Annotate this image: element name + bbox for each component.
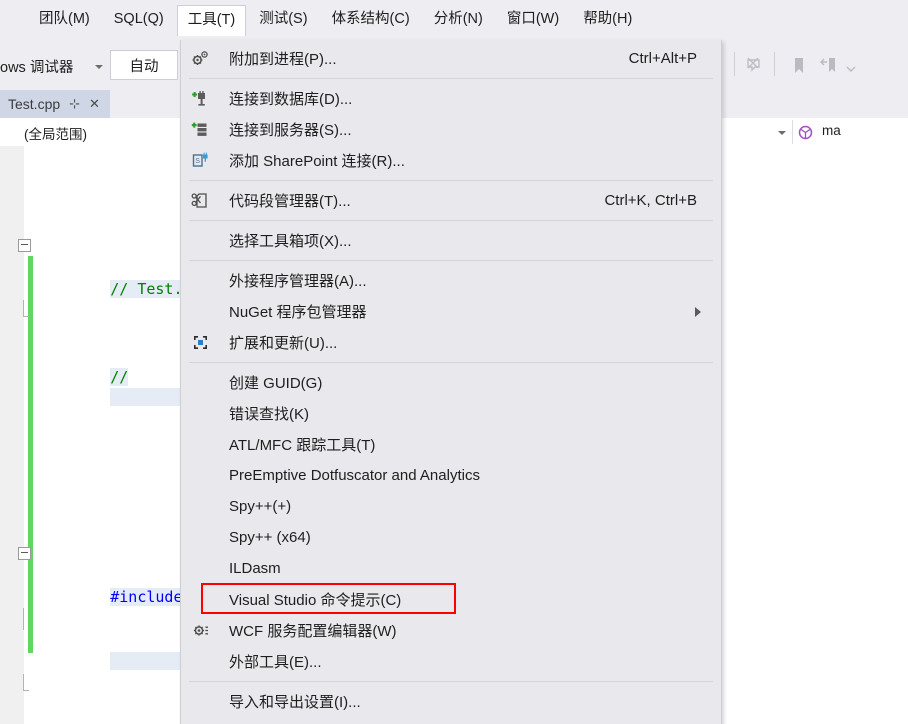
menu-item-label: 错误查找(K) (229, 406, 309, 423)
bookmark-icon[interactable] (788, 54, 810, 76)
connect-database-icon (191, 89, 210, 108)
fold-collapse-icon[interactable] (18, 239, 31, 252)
chevron-down-icon[interactable] (95, 65, 103, 69)
menu-item-add-sharepoint-connection[interactable]: S 添加 SharePoint 连接(R)... (181, 145, 721, 176)
menu-item-label: 扩展和更新(U)... (229, 335, 338, 352)
toolbar-separator-2 (774, 52, 775, 76)
menu-item-attach-to-process[interactable]: 附加到进程(P)... Ctrl+Alt+P (181, 43, 721, 74)
menu-item-label: 附加到进程(P)... (229, 51, 337, 68)
attach-process-icon (191, 49, 210, 68)
menu-item-connect-to-database[interactable]: 连接到数据库(D)... (181, 83, 721, 114)
scope-dropdown-global[interactable]: (全局范围) (24, 123, 87, 143)
menu-separator (189, 78, 713, 79)
visual-studio-window: 团队(M) SQL(Q) 工具(T) 测试(S) 体系结构(C) 分析(N) 窗… (0, 0, 908, 724)
menu-separator (189, 260, 713, 261)
menu-item-nuget-package-manager[interactable]: NuGet 程序包管理器 (181, 296, 721, 327)
menu-item-code-snippets-manager[interactable]: 代码段管理器(T)... Ctrl+K, Ctrl+B (181, 185, 721, 216)
menu-item-label: WCF 服务配置编辑器(W) (229, 623, 397, 640)
debugger-selector-label[interactable]: ows 调试器 (0, 56, 73, 77)
code-snippet-manager-icon (191, 191, 210, 210)
member-dropdown-main[interactable]: ma (822, 123, 841, 138)
menu-top-sql[interactable]: SQL(Q) (103, 5, 175, 35)
menu-item-label: ILDasm (229, 560, 281, 577)
document-tab-test-cpp[interactable]: Test.cpp ⊹ ✕ (0, 90, 110, 118)
change-bar (28, 388, 33, 653)
menu-separator (189, 681, 713, 682)
menu-item-label: 连接到数据库(D)... (229, 91, 353, 108)
menu-item-spy-plus-plus[interactable]: Spy++(+) (181, 491, 721, 522)
extensions-updates-icon (191, 333, 210, 352)
menu-item-label: Visual Studio 命令提示(C) (229, 592, 402, 609)
menu-top-help[interactable]: 帮助(H) (572, 5, 643, 35)
menu-item-extensions-and-updates[interactable]: 扩展和更新(U)... (181, 327, 721, 358)
document-tab-label: Test.cpp (8, 96, 61, 112)
menu-item-label: Spy++(+) (229, 498, 292, 515)
menu-item-atl-mfc-trace-tool[interactable]: ATL/MFC 跟踪工具(T) (181, 429, 721, 460)
menu-item-import-export-settings[interactable]: 导入和导出设置(I)... (181, 686, 721, 717)
menu-item-external-tools[interactable]: 外部工具(E)... (181, 646, 721, 677)
menu-item-wcf-service-config-editor[interactable]: WCF 服务配置编辑器(W) (181, 615, 721, 646)
menu-item-label: 外部工具(E)... (229, 654, 322, 671)
fold-guide-end (23, 690, 29, 691)
toolbar-separator (734, 52, 735, 76)
next-bookmark-icon[interactable] (818, 54, 840, 76)
platform-combo[interactable]: 自动 (110, 50, 178, 80)
menu-item-label: 代码段管理器(T)... (229, 193, 351, 210)
chevron-right-icon (695, 307, 701, 317)
menu-bar: 团队(M) SQL(Q) 工具(T) 测试(S) 体系结构(C) 分析(N) 窗… (0, 0, 908, 40)
change-bar (28, 256, 33, 388)
menu-item-label: ATL/MFC 跟踪工具(T) (229, 437, 376, 454)
menu-item-error-lookup[interactable]: 错误查找(K) (181, 398, 721, 429)
method-icon (798, 125, 813, 140)
tools-dropdown-menu[interactable]: 附加到进程(P)... Ctrl+Alt+P 连接到数据库(D)... 连接到服… (180, 40, 722, 724)
delete-all-breakpoints-icon[interactable] (744, 54, 766, 76)
menu-top-test[interactable]: 测试(S) (248, 5, 318, 35)
menu-separator (189, 220, 713, 221)
menu-item-customize[interactable]: 自定义(C)... (181, 717, 721, 724)
menu-item-label: 选择工具箱项(X)... (229, 233, 352, 250)
editor-gutter[interactable] (0, 146, 24, 724)
menu-item-ildasm[interactable]: ILDasm (181, 553, 721, 584)
menu-top-team[interactable]: 团队(M) (28, 5, 101, 35)
menu-separator (189, 362, 713, 363)
pin-icon[interactable]: ⊹ (69, 96, 80, 112)
sharepoint-connection-icon: S (191, 151, 210, 170)
menu-item-label: 导入和导出设置(I)... (229, 694, 361, 711)
menu-item-shortcut: Ctrl+Alt+P (628, 50, 697, 67)
menu-item-connect-to-server[interactable]: 连接到服务器(S)... (181, 114, 721, 145)
menu-item-visual-studio-command-prompt[interactable]: Visual Studio 命令提示(C) (181, 583, 721, 615)
connect-server-icon (191, 120, 210, 139)
wcf-service-config-icon (191, 621, 210, 640)
menu-top-analyze[interactable]: 分析(N) (423, 5, 494, 35)
svg-text:S: S (195, 158, 200, 165)
menu-item-label: NuGet 程序包管理器 (229, 304, 367, 321)
menu-top-architecture[interactable]: 体系结构(C) (321, 5, 421, 35)
menu-item-label: 外接程序管理器(A)... (229, 273, 367, 290)
menu-top-window[interactable]: 窗口(W) (496, 5, 570, 35)
fold-guide (23, 674, 24, 690)
menu-item-label: 添加 SharePoint 连接(R)... (229, 153, 405, 170)
close-icon[interactable]: ✕ (89, 96, 100, 112)
fold-collapse-icon[interactable] (18, 547, 31, 560)
fold-guide-end (23, 316, 29, 317)
menu-item-label: 连接到服务器(S)... (229, 122, 352, 139)
menu-bar-spacer (0, 20, 28, 21)
menu-item-label: 创建 GUID(G) (229, 375, 323, 392)
menu-item-spy-plus-plus-x64[interactable]: Spy++ (x64) (181, 522, 721, 553)
fold-guide (23, 300, 24, 316)
menu-item-label: Spy++ (x64) (229, 529, 311, 546)
navbar-divider (792, 120, 793, 144)
chevron-down-icon[interactable] (778, 131, 786, 135)
menu-separator (189, 180, 713, 181)
toolbar-overflow-chevron-icon[interactable] (846, 60, 868, 82)
menu-item-preemptive-dotfuscator[interactable]: PreEmptive Dotfuscator and Analytics (181, 460, 721, 491)
fold-guide (23, 608, 24, 630)
menu-item-label: PreEmptive Dotfuscator and Analytics (229, 467, 480, 484)
menu-item-choose-toolbox-items[interactable]: 选择工具箱项(X)... (181, 225, 721, 256)
menu-item-create-guid[interactable]: 创建 GUID(G) (181, 367, 721, 398)
menu-item-add-in-manager[interactable]: 外接程序管理器(A)... (181, 265, 721, 296)
menu-item-shortcut: Ctrl+K, Ctrl+B (604, 192, 697, 209)
menu-top-tools[interactable]: 工具(T) (176, 4, 247, 36)
